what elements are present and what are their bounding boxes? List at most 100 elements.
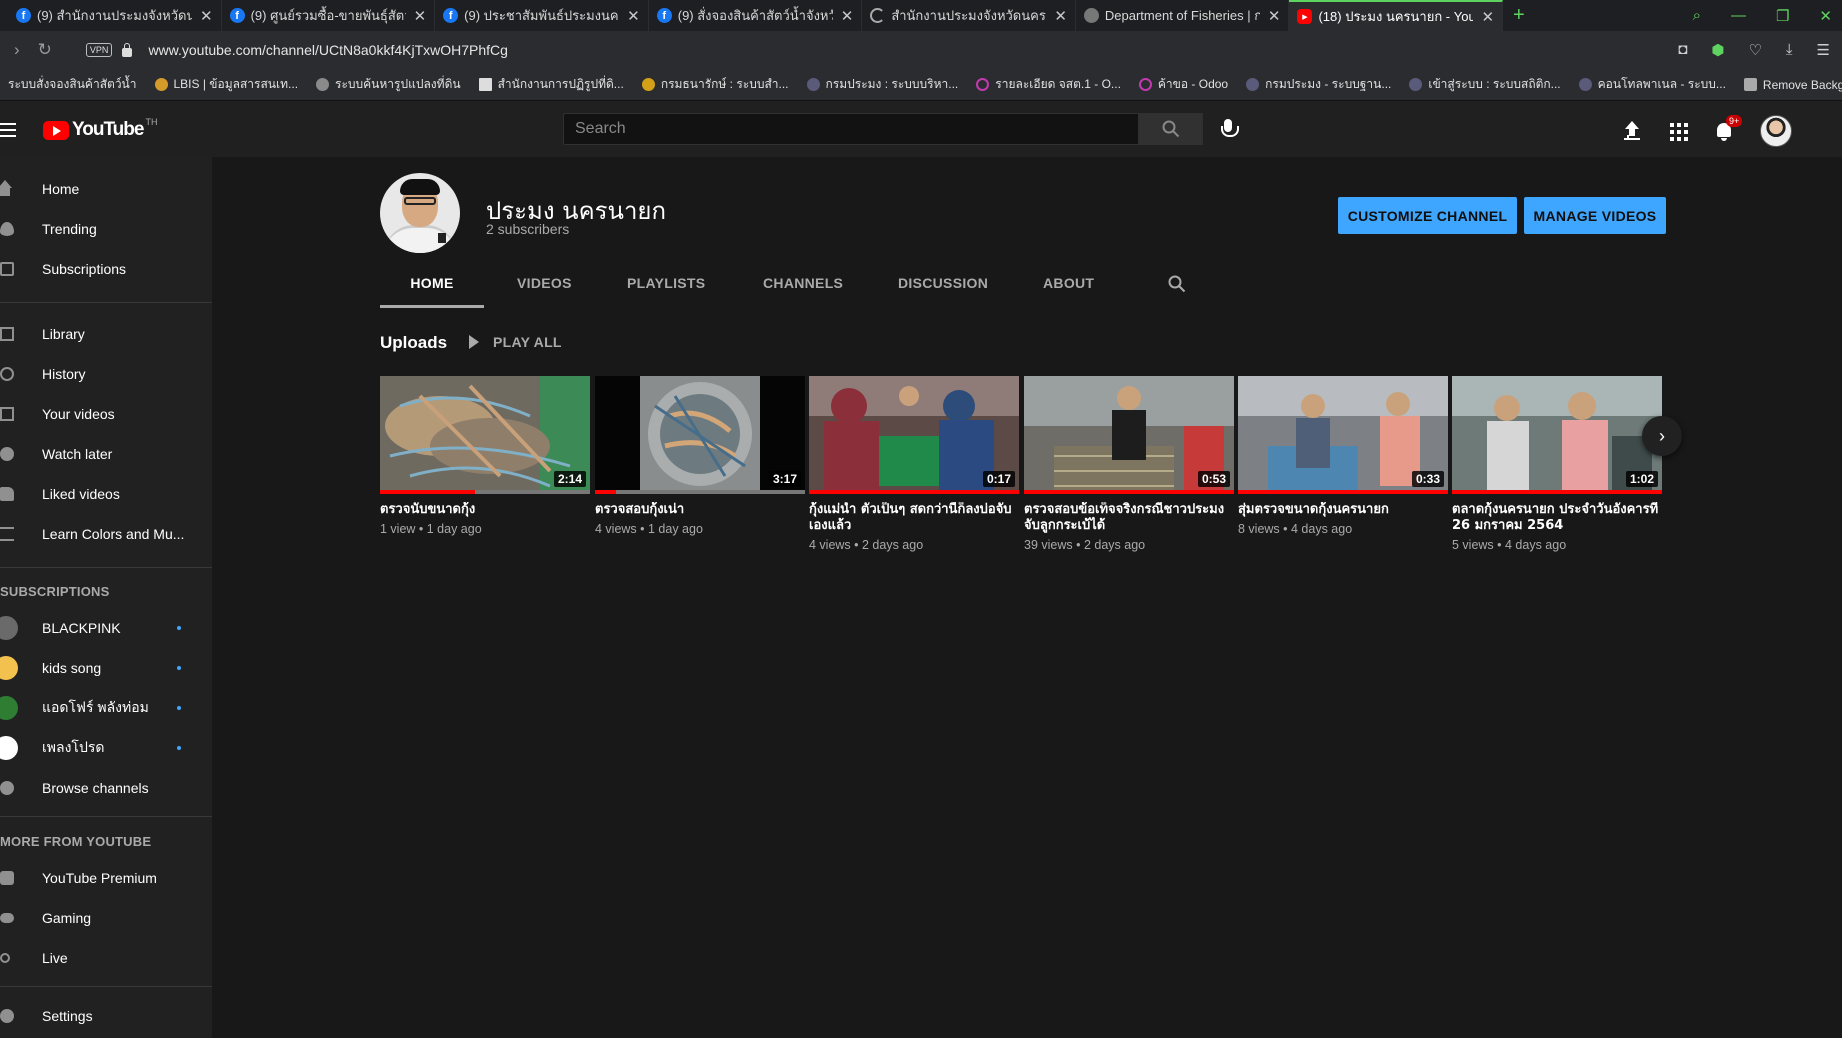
youtube-logo[interactable]: YouTube TH	[43, 117, 157, 141]
video-title[interactable]: สุ่มตรวจขนาดกุ้งนครนายก	[1238, 502, 1448, 518]
search-button[interactable]	[1139, 113, 1203, 145]
bookmark-item[interactable]: LBIS | ข้อมูลสารสนเท...	[154, 75, 298, 94]
video-thumbnail[interactable]: 0:17	[809, 376, 1019, 494]
browser-tab-3[interactable]: f (9) ประชาสัมพันธ์ประมงนครนายก ✕	[435, 0, 649, 31]
video-card[interactable]: 0:33 สุ่มตรวจขนาดกุ้งนครนายก 8 views • 4…	[1238, 376, 1448, 536]
microphone-icon[interactable]	[1218, 119, 1239, 141]
video-card[interactable]: 0:53 ตรวจสอบข้อเท็จจริงกรณีชาวประมงจับลู…	[1024, 376, 1234, 552]
shelf-next-button[interactable]: ›	[1642, 416, 1682, 456]
sidebar-item-subscriptions[interactable]: Subscriptions	[0, 249, 212, 289]
video-thumbnail[interactable]: 1:02	[1452, 376, 1662, 494]
manage-videos-button[interactable]: MANAGE VIDEOS	[1524, 197, 1666, 234]
video-title[interactable]: ตรวจนับขนาดกุ้ง	[380, 502, 590, 518]
channel-avatar[interactable]	[380, 173, 460, 253]
heart-icon[interactable]: ♡	[1748, 41, 1761, 59]
bookmark-item[interactable]: สำนักงานการปฏิรูปที่ดิ...	[478, 75, 624, 94]
account-avatar[interactable]	[1760, 115, 1792, 147]
lock-icon[interactable]	[122, 42, 133, 57]
search-tabs-icon[interactable]: ⌕	[1693, 7, 1701, 24]
video-title[interactable]: ตรวจสอบข้อเท็จจริงกรณีชาวประมงจับลูกกระเ…	[1024, 502, 1234, 534]
bookmark-item[interactable]: คอนโทลพาเนล - ระบบ...	[1578, 75, 1726, 94]
sidebar-item-watch-later[interactable]: Watch later	[0, 434, 212, 474]
menu-icon[interactable]: ☰	[1817, 41, 1830, 59]
video-card[interactable]: 0:17 กุ้งแม่น้ำ ตัวเป็นๆ สดกว่านี้ก็ลงบ่…	[809, 376, 1019, 552]
bookmark-item[interactable]: ระบบสั่งจองสินค้าสัตว์น้ำ	[8, 75, 137, 94]
apps-grid-icon[interactable]	[1668, 121, 1688, 141]
new-content-dot	[177, 626, 181, 630]
notifications-bell-icon[interactable]: 9+	[1712, 115, 1743, 143]
tab-home[interactable]: HOME	[380, 267, 484, 308]
browser-tab-5[interactable]: สำนักงานประมงจังหวัดนครนายก ✕	[862, 0, 1076, 31]
browser-tab-7-active[interactable]: ▶ (18) ประมง นครนายก - YouTube ✕	[1289, 0, 1504, 31]
video-thumbnail[interactable]: 3:17	[595, 376, 805, 494]
bookmark-item[interactable]: กรมประมง : ระบบบริหา...	[806, 75, 958, 94]
channel-search-icon[interactable]	[1168, 275, 1186, 293]
bookmark-item[interactable]: รายละเอียด จสต.1 - O...	[976, 75, 1121, 94]
tab-channels[interactable]: CHANNELS	[763, 267, 843, 308]
sidebar-item-gaming[interactable]: Gaming	[0, 898, 212, 938]
tab-about[interactable]: ABOUT	[1043, 267, 1094, 308]
browser-tab-4[interactable]: f (9) สั่งจองสินค้าสัตว์น้ำจังหวัดนครนาย…	[649, 0, 863, 31]
video-card[interactable]: 3:17 ตรวจสอบกุ้งเน่า 4 views • 1 day ago	[595, 376, 805, 536]
video-card[interactable]: 2:14 ตรวจนับขนาดกุ้ง 1 view • 1 day ago	[380, 376, 590, 536]
video-thumbnail[interactable]: 0:53	[1024, 376, 1234, 494]
close-icon[interactable]: ✕	[200, 7, 213, 25]
close-icon[interactable]: ✕	[841, 7, 854, 25]
sidebar-item-playlist[interactable]: Learn Colors and Mu...	[0, 514, 212, 554]
upload-icon[interactable]	[1620, 119, 1644, 143]
forward-icon[interactable]: ›	[14, 40, 20, 60]
video-title[interactable]: ตลาดกุ้งนครนายก ประจำวันอังคารที่ 26 มกร…	[1452, 502, 1662, 534]
minimize-icon[interactable]: —	[1731, 7, 1746, 24]
close-icon[interactable]: ✕	[1268, 7, 1281, 25]
sidebar-item-trending[interactable]: Trending	[0, 209, 212, 249]
sidebar-item-settings[interactable]: Settings	[0, 996, 212, 1036]
close-icon[interactable]: ✕	[414, 7, 427, 25]
browser-tab-6[interactable]: Department of Fisheries | กรม ✕	[1076, 0, 1290, 31]
download-icon[interactable]: ⤓	[1786, 41, 1793, 59]
close-icon[interactable]: ✕	[627, 7, 640, 25]
bookmark-item[interactable]: Remove Backgroun...	[1743, 78, 1842, 92]
close-icon[interactable]: ✕	[1481, 8, 1494, 26]
tab-playlists[interactable]: PLAYLISTS	[627, 267, 705, 308]
close-window-icon[interactable]: ✕	[1819, 7, 1832, 25]
video-title[interactable]: กุ้งแม่น้ำ ตัวเป็นๆ สดกว่านี้ก็ลงบ่อจับเ…	[809, 502, 1019, 534]
sidebar-subscription-kids-song[interactable]: kids song	[0, 648, 212, 688]
close-icon[interactable]: ✕	[1054, 7, 1067, 25]
sidebar-subscription-favorite-songs[interactable]: เพลงโปรด	[0, 728, 212, 768]
video-thumbnail[interactable]: 0:33	[1238, 376, 1448, 494]
sidebar-item-library[interactable]: Library	[0, 314, 212, 354]
sidebar-subscription-adfour[interactable]: แอดโฟร์ พลังท่อม	[0, 688, 212, 728]
video-card[interactable]: 1:02 ตลาดกุ้งนครนายก ประจำวันอังคารที่ 2…	[1452, 376, 1662, 552]
sidebar-subscription-blackpink[interactable]: BLACKPINK	[0, 608, 212, 648]
bookmark-item[interactable]: กรมธนารักษ์ : ระบบสำ...	[641, 75, 789, 94]
bookmark-item[interactable]: เข้าสู่ระบบ : ระบบสถิติก...	[1409, 75, 1561, 94]
restore-icon[interactable]: ❐	[1776, 7, 1789, 25]
search-input[interactable]: Search	[563, 113, 1139, 145]
sidebar-item-youtube-premium[interactable]: YouTube Premium	[0, 858, 212, 898]
bookmark-item[interactable]: ระบบค้นหารูปแปลงที่ดิน	[316, 75, 461, 94]
sidebar-item-browse-channels[interactable]: Browse channels	[0, 768, 212, 808]
vpn-badge[interactable]: VPN	[85, 43, 113, 57]
shield-icon[interactable]: ⬢	[1711, 41, 1724, 59]
uploads-heading[interactable]: Uploads	[380, 333, 447, 353]
play-all-button[interactable]: PLAY ALL	[469, 334, 562, 350]
new-tab-button[interactable]: +	[1513, 4, 1525, 27]
url-field[interactable]: www.youtube.com/channel/UCtN8a0kkf4KjTxw…	[148, 42, 508, 58]
browser-tab-1[interactable]: f (9) สำนักงานประมงจังหวัดนครนายก ✕	[8, 0, 222, 31]
bookmark-item[interactable]: กรมประมง - ระบบฐาน...	[1246, 75, 1391, 94]
sidebar-item-live[interactable]: Live	[0, 938, 212, 978]
tab-videos[interactable]: VIDEOS	[517, 267, 572, 308]
video-thumbnail[interactable]: 2:14	[380, 376, 590, 494]
bookmark-item[interactable]: ค้าขอ - Odoo	[1138, 75, 1228, 94]
browser-tab-2[interactable]: f (9) ศูนย์รวมซื้อ-ขายพันธุ์สัตว์น้ำ ✕	[222, 0, 436, 31]
sidebar-item-history[interactable]: History	[0, 354, 212, 394]
tab-discussion[interactable]: DISCUSSION	[898, 267, 988, 308]
sidebar-item-liked-videos[interactable]: Liked videos	[0, 474, 212, 514]
hamburger-menu-icon[interactable]	[0, 123, 16, 137]
sidebar-item-your-videos[interactable]: Your videos	[0, 394, 212, 434]
camera-icon[interactable]: ◘	[1678, 41, 1687, 59]
customize-channel-button[interactable]: CUSTOMIZE CHANNEL	[1338, 197, 1517, 234]
sidebar-item-home[interactable]: Home	[0, 169, 212, 209]
reload-icon[interactable]: ↻	[38, 40, 52, 60]
video-title[interactable]: ตรวจสอบกุ้งเน่า	[595, 502, 805, 518]
